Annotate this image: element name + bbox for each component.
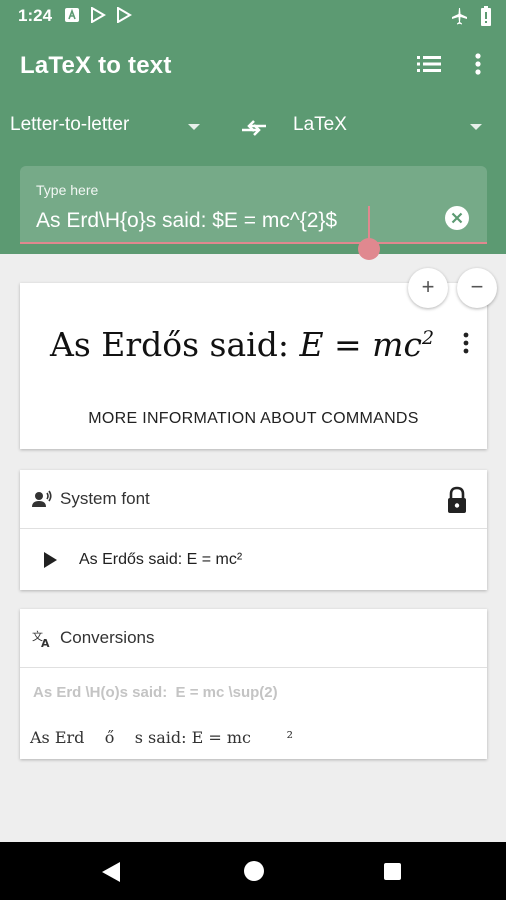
conversions-title: Conversions (60, 628, 155, 647)
status-bar: 1:24 (0, 0, 506, 32)
rendered-math-rhs: mc (372, 325, 422, 364)
translate-icon: 文 A (32, 629, 50, 647)
play-store-icon (91, 7, 106, 23)
play-icon[interactable] (44, 552, 57, 568)
system-font-output: As Erdős said: E = mc² (79, 551, 243, 568)
status-time: 1:24 (18, 6, 53, 25)
zoom-out-button[interactable]: − (457, 268, 497, 308)
conversion-line[interactable]: As Erd ő s said: E = mc ² (30, 728, 293, 747)
list-icon[interactable] (415, 50, 443, 78)
rendered-math-eq: = (323, 325, 373, 364)
target-format-value: LaTeX (293, 114, 347, 135)
preview-card: As Erdős said: E = mc2 MORE INFORMATION … (20, 283, 487, 449)
rendered-math-lhs: E (299, 325, 324, 364)
caret-handle[interactable] (358, 238, 380, 260)
system-font-card: System font As Erdős said: E = mc² (20, 470, 487, 590)
target-format-select[interactable]: LaTeX (293, 114, 488, 144)
back-icon[interactable] (102, 862, 120, 882)
conversions-card: 文 A Conversions As Erd \H(o)s said: E = … (20, 609, 487, 759)
airplane-mode-icon (452, 8, 467, 25)
system-font-title: System font (60, 489, 150, 508)
zoom-in-button[interactable]: + (408, 268, 448, 308)
chevron-down-icon (470, 124, 482, 130)
clear-button[interactable] (445, 206, 469, 230)
lock-icon[interactable] (445, 486, 469, 514)
input-label: Type here (36, 182, 99, 198)
recents-icon[interactable] (384, 863, 401, 880)
play-store-icon (117, 7, 132, 23)
rendered-math-sup: 2 (421, 327, 435, 349)
swap-icon[interactable] (240, 116, 268, 140)
close-icon (451, 212, 463, 224)
app-title: LaTeX to text (20, 52, 172, 79)
home-icon[interactable] (244, 861, 264, 881)
conversion-line[interactable]: As Erd \H(o)s said: E = mc \sup(2) (33, 684, 278, 701)
battery-icon (481, 6, 491, 26)
conversions-header: 文 A Conversions (20, 609, 487, 668)
chevron-down-icon (188, 124, 200, 130)
rendered-latex: As Erdős said: E = mc2 (50, 325, 434, 364)
text-caret (368, 206, 370, 242)
system-font-header: System font (20, 470, 487, 529)
more-vert-icon[interactable] (458, 331, 474, 355)
navigation-bar (0, 842, 506, 900)
more-vert-icon[interactable] (468, 50, 488, 78)
svg-text:A: A (41, 637, 50, 647)
latex-input-field[interactable]: Type here As Erd\H{o}s said: $E = mc^{2}… (20, 166, 487, 260)
record-voice-icon (32, 490, 52, 507)
notification-a-icon (65, 8, 79, 22)
input-value[interactable]: As Erd\H{o}s said: $E = mc^{2}$ (36, 209, 337, 233)
source-format-select[interactable]: Letter-to-letter (10, 114, 206, 144)
source-format-value: Letter-to-letter (10, 114, 130, 135)
rendered-text: As Erdős said: (50, 325, 300, 364)
app-bar: LaTeX to text Letter-to-letter LaTeX Typ… (0, 32, 506, 260)
more-info-button[interactable]: MORE INFORMATION ABOUT COMMANDS (20, 410, 487, 428)
